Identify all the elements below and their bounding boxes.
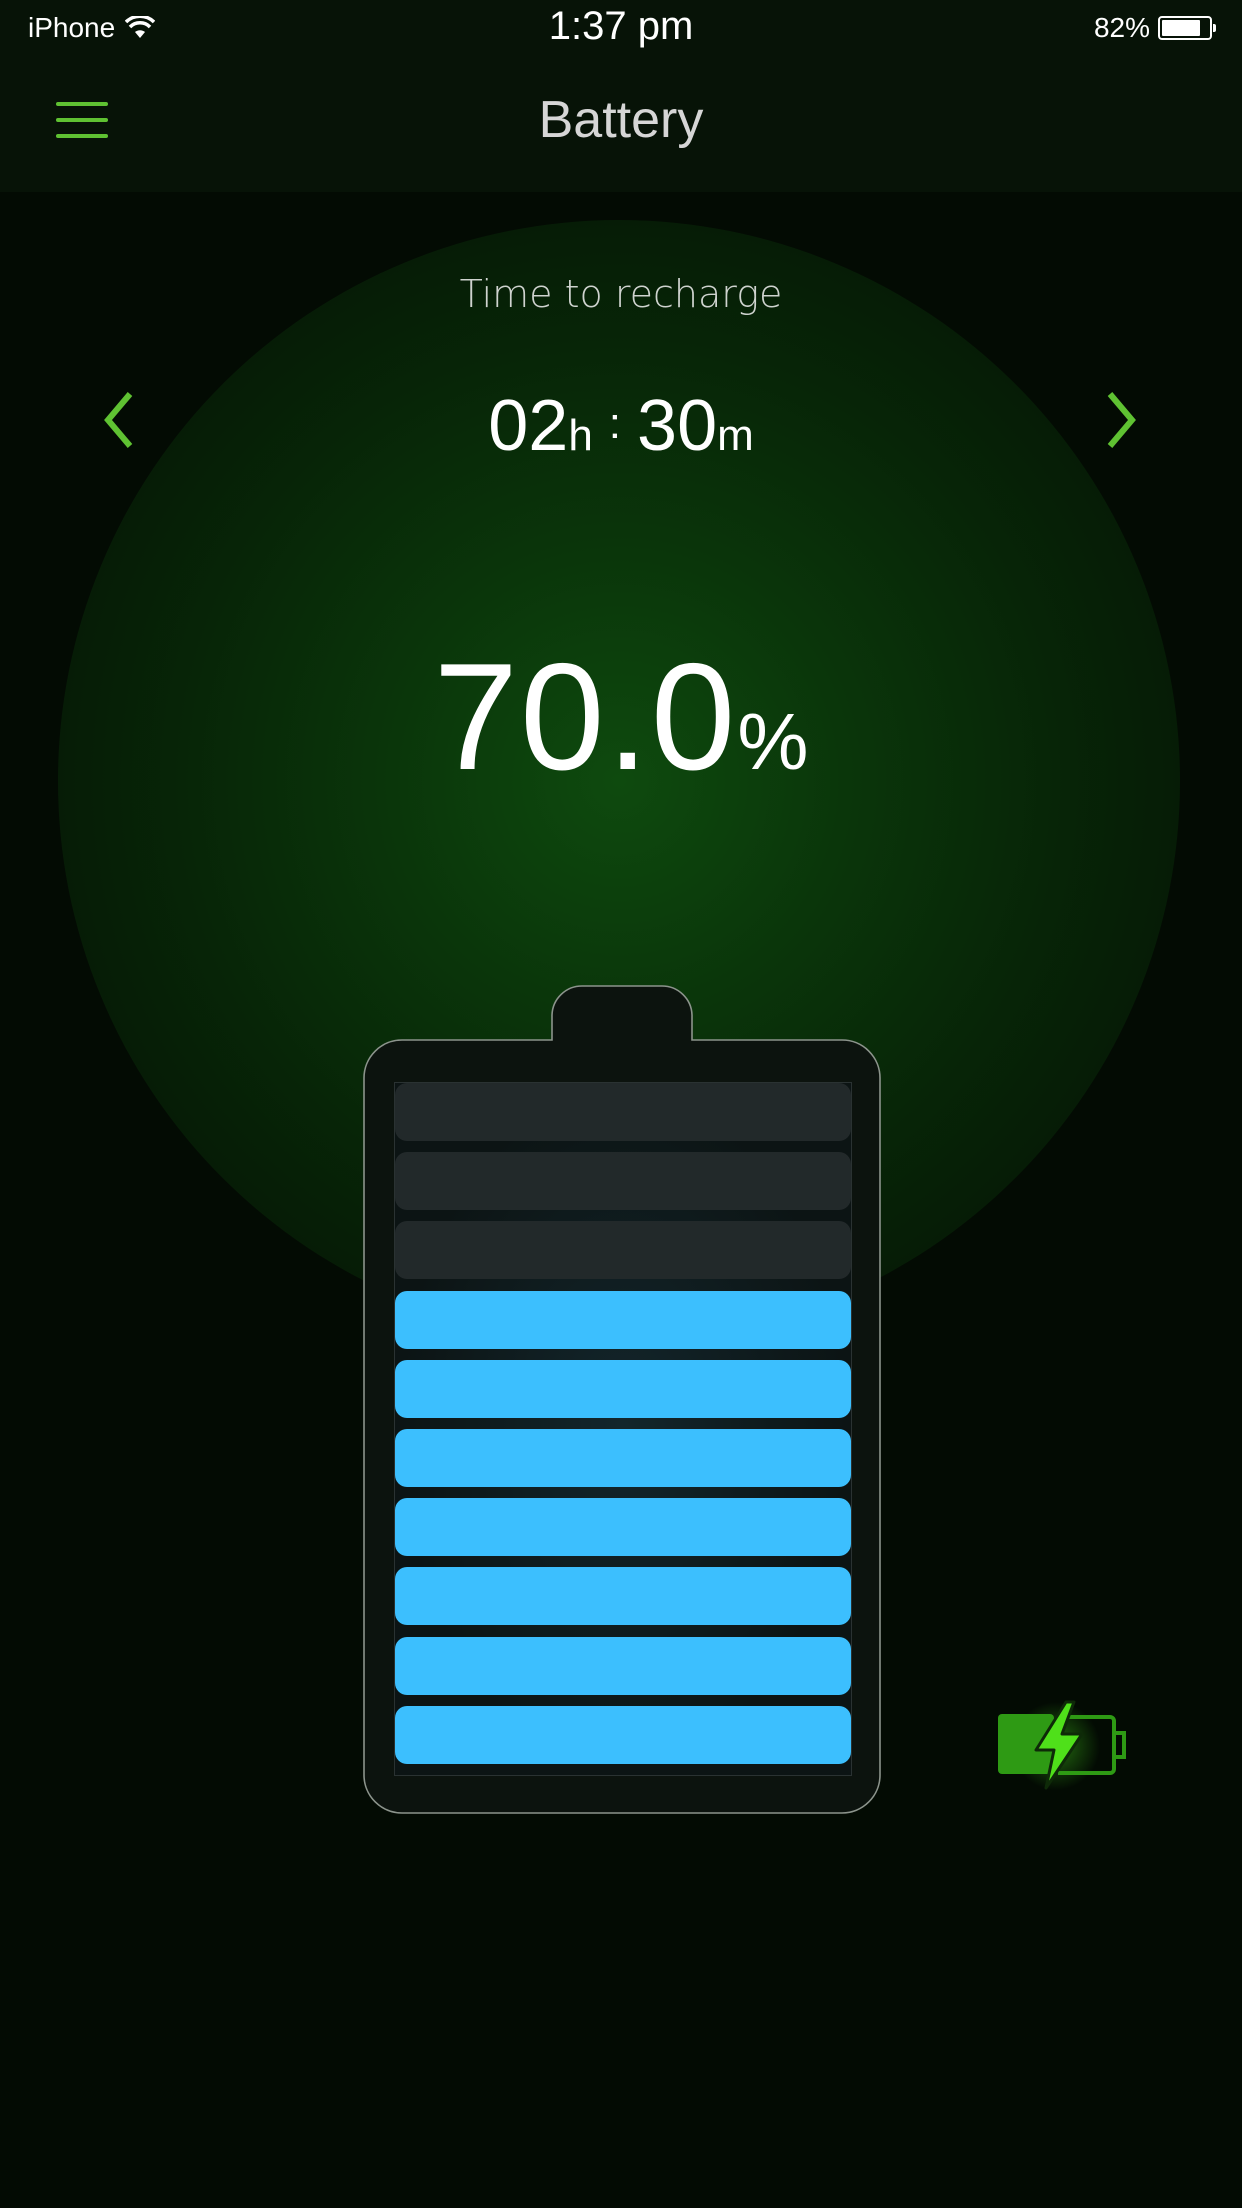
battery-percent: 82%: [1093, 12, 1150, 43]
charge-unit: %: [737, 697, 809, 786]
battery-cell-filled: [395, 1290, 851, 1349]
time-separator: :: [608, 399, 622, 448]
nav-bar: Battery: [0, 58, 1242, 192]
battery-cell-filled: [395, 1359, 851, 1418]
charge-percent: 70.0%: [0, 630, 1242, 805]
chevron-right-icon[interactable]: [1100, 390, 1140, 450]
battery-cell-empty: [395, 1221, 851, 1280]
recharge-label: Time to recharge: [459, 272, 783, 316]
battery-cell-filled: [395, 1567, 851, 1626]
battery-cell-filled: [395, 1429, 851, 1487]
charge-value: 70.0: [433, 632, 738, 802]
page-title: Battery: [538, 91, 704, 149]
status-bar: iPhone 1:37 pm 82%: [0, 0, 1242, 58]
battery-cell-filled: [395, 1705, 851, 1764]
recharge-time: 02h:30m: [0, 385, 1242, 467]
hours-unit: h: [568, 411, 593, 460]
status-battery-fill: [1162, 20, 1200, 36]
status-battery-icon: [1158, 16, 1216, 40]
battery-cell-empty: [395, 1152, 851, 1211]
recharge-minutes: 30: [637, 386, 718, 466]
recharge-hours: 02: [488, 386, 569, 466]
status-time: 1:37 pm: [548, 4, 694, 48]
battery-cell-filled: [395, 1498, 851, 1557]
battery-cell-filled: [395, 1636, 851, 1695]
battery-cell-empty: [395, 1083, 851, 1141]
charging-battery-icon: [996, 1700, 1130, 1792]
minutes-unit: m: [717, 411, 754, 460]
battery-status: 82%: [1093, 12, 1216, 44]
battery-graphic: [362, 985, 882, 1815]
battery-cells: [394, 1082, 852, 1776]
